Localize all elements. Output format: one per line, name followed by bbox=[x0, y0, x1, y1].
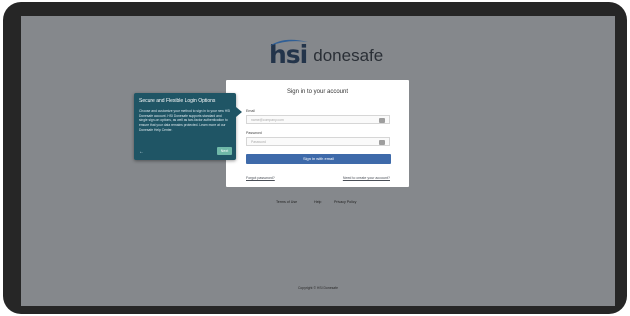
password-field[interactable]: Password bbox=[246, 137, 390, 146]
password-label: Password bbox=[246, 131, 262, 135]
screen: hsi donesafe Sign in to your account Ema… bbox=[21, 16, 615, 306]
copyright-text: Copyright © HSI Donesafe bbox=[297, 286, 338, 290]
tablet-frame: hsi donesafe Sign in to your account Ema… bbox=[3, 2, 627, 314]
create-account-link[interactable]: Need to create your account? bbox=[343, 176, 390, 180]
tooltip-next-button[interactable]: Next bbox=[217, 147, 232, 155]
footer-link-help[interactable]: Help bbox=[314, 200, 321, 204]
logo-mark: hsi bbox=[269, 39, 308, 67]
login-title: Sign in to your account bbox=[286, 89, 349, 95]
footer-link-terms[interactable]: Terms of Use bbox=[276, 200, 297, 204]
login-card: Sign in to your account Email name@compa… bbox=[226, 80, 409, 187]
keyboard-icon bbox=[379, 139, 385, 145]
email-label: Email bbox=[246, 109, 255, 113]
back-arrow-icon[interactable]: ← bbox=[139, 149, 144, 155]
email-placeholder: name@company.com bbox=[251, 118, 284, 122]
email-field[interactable]: name@company.com bbox=[246, 115, 390, 124]
keyboard-icon bbox=[379, 117, 385, 123]
logo-product-name: donesafe bbox=[313, 46, 384, 65]
onboarding-tooltip: Secure and Flexible Login Options Choose… bbox=[134, 93, 236, 160]
tooltip-pointer bbox=[236, 107, 242, 117]
tooltip-body: Choose and customize your method to sign… bbox=[139, 109, 231, 132]
password-placeholder: Password bbox=[251, 140, 266, 144]
sign-in-button[interactable]: Sign in with email bbox=[246, 154, 391, 164]
tooltip-title: Secure and Flexible Login Options bbox=[139, 98, 216, 104]
forgot-password-link[interactable]: Forgot password? bbox=[246, 176, 275, 180]
footer-link-privacy[interactable]: Privacy Policy bbox=[334, 200, 356, 204]
logo-swoosh-icon bbox=[270, 39, 308, 46]
donesafe-logo: hsi donesafe bbox=[269, 39, 384, 67]
